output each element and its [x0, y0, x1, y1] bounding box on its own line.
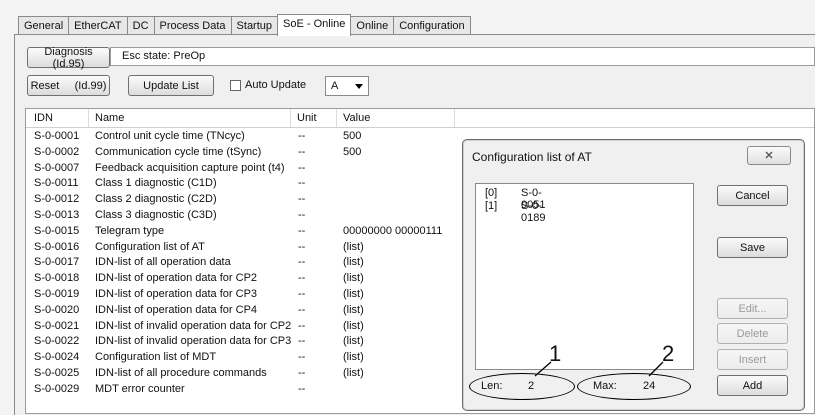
- cell-name: MDT error counter: [95, 382, 185, 395]
- cell-unit: --: [298, 367, 306, 379]
- cell-name: Feedback acquisition capture point (t4): [95, 161, 285, 174]
- cell-unit: --: [298, 193, 306, 206]
- cell-value: (list): [343, 288, 364, 300]
- cell-idn: S-0-0021: [34, 319, 80, 332]
- cell-unit: --: [298, 224, 306, 237]
- cell-unit: --: [298, 335, 306, 348]
- cell-value: (list): [343, 272, 364, 285]
- cell-idn: S-0-0016: [34, 240, 80, 253]
- drive-select[interactable]: A: [325, 76, 369, 96]
- cell-name: IDN-list of operation data for CP4: [95, 303, 258, 316]
- cell-value: (list): [343, 303, 364, 316]
- callout-number-2: 2: [662, 341, 675, 366]
- chevron-down-icon: [355, 84, 363, 89]
- cell-name: IDN-list of operation data for CP3: [95, 288, 258, 300]
- reset-button[interactable]: Reset (Id.99): [27, 75, 110, 96]
- cell-name: Configuration list of AT: [95, 240, 205, 253]
- cell-name: IDN-list of invalid operation data for C…: [95, 319, 292, 332]
- cell-name: Control unit cycle time (TNcyc): [95, 130, 245, 142]
- header-value[interactable]: Value: [343, 112, 370, 124]
- update-list-button[interactable]: Update List: [128, 75, 214, 96]
- config-list-dialog: Configuration list of AT [0] S-0-0051 [1…: [462, 139, 805, 411]
- cell-value: (list): [343, 351, 364, 364]
- cell-idn: S-0-0015: [34, 224, 80, 237]
- cell-value: (list): [343, 335, 364, 348]
- cell-idn: S-0-0017: [34, 256, 80, 269]
- cell-idn: S-0-0025: [34, 367, 80, 379]
- cell-idn: S-0-0002: [34, 145, 80, 158]
- cell-unit: --: [298, 145, 306, 158]
- esc-state-field: Esc state: PreOp: [110, 47, 815, 66]
- cell-value: (list): [343, 240, 364, 253]
- cell-idn: S-0-0020: [34, 303, 80, 316]
- tab-online[interactable]: Online: [350, 16, 395, 35]
- cell-idn: S-0-0001: [34, 130, 80, 142]
- cell-value: (list): [343, 367, 364, 379]
- cell-idn: S-0-0013: [34, 209, 80, 221]
- diagnosis-button[interactable]: Diagnosis (Id.95): [27, 46, 110, 70]
- cell-unit: --: [298, 209, 306, 221]
- cell-unit: --: [298, 161, 306, 174]
- header-unit[interactable]: Unit: [297, 112, 317, 124]
- cell-idn: S-0-0024: [34, 351, 80, 364]
- header-name[interactable]: Name: [95, 112, 124, 124]
- tab-startup[interactable]: Startup: [230, 16, 279, 35]
- tab-dc[interactable]: DC: [126, 16, 155, 35]
- cell-value: 00000000 00000111: [343, 224, 443, 237]
- cell-value: 500: [343, 145, 362, 158]
- cell-unit: --: [298, 351, 306, 364]
- tab-general[interactable]: General: [18, 16, 70, 35]
- cell-value: 500: [343, 130, 362, 142]
- cell-idn: S-0-0022: [34, 335, 80, 348]
- cell-idn: S-0-0011: [34, 177, 79, 190]
- cell-name: IDN-list of all procedure commands: [95, 367, 267, 379]
- cell-value: (list): [343, 256, 364, 269]
- cell-unit: --: [298, 288, 306, 300]
- tab-configuration[interactable]: Configuration: [393, 16, 471, 35]
- cell-unit: --: [298, 382, 306, 395]
- cell-unit: --: [298, 303, 306, 316]
- auto-update-checkbox[interactable]: [230, 80, 241, 91]
- cell-idn: S-0-0029: [34, 382, 80, 395]
- cell-name: IDN-list of invalid operation data for C…: [95, 335, 292, 348]
- cell-unit: --: [298, 177, 306, 190]
- cell-name: IDN-list of operation data for CP2: [95, 272, 258, 285]
- cell-idn: S-0-0019: [34, 288, 80, 300]
- header-idn[interactable]: IDN: [34, 112, 53, 124]
- cell-name: Configuration list of MDT: [95, 351, 217, 364]
- callout-leaders: [534, 361, 664, 377]
- auto-update-label: Auto Update: [245, 79, 307, 91]
- cell-name: IDN-list of all operation data: [95, 256, 231, 269]
- tab-process-data[interactable]: Process Data: [153, 16, 232, 35]
- tab-ethercat[interactable]: EtherCAT: [68, 16, 128, 35]
- tab-soe-online[interactable]: SoE - Online: [277, 14, 352, 36]
- cell-idn: S-0-0007: [34, 161, 80, 174]
- cell-unit: --: [298, 240, 306, 253]
- drive-select-value: A: [331, 80, 339, 92]
- cell-unit: --: [298, 319, 306, 332]
- cell-idn: S-0-0012: [34, 193, 80, 206]
- cell-name: Telegram type: [95, 224, 165, 237]
- cell-unit: --: [298, 272, 306, 285]
- cell-name: Class 1 diagnostic (C1D): [95, 177, 217, 190]
- cell-unit: --: [298, 130, 306, 142]
- table-header: IDN Name Unit Value: [26, 109, 814, 128]
- cell-name: Communication cycle time (tSync): [95, 145, 262, 158]
- cell-value: (list): [343, 319, 364, 332]
- cell-idn: S-0-0018: [34, 272, 80, 285]
- cell-name: Class 2 diagnostic (C2D): [95, 193, 217, 206]
- tab-strip: General EtherCAT DC Process Data Startup…: [18, 14, 471, 36]
- callout-number-1: 1: [549, 341, 562, 366]
- cell-unit: --: [298, 256, 306, 269]
- cell-name: Class 3 diagnostic (C3D): [95, 209, 217, 221]
